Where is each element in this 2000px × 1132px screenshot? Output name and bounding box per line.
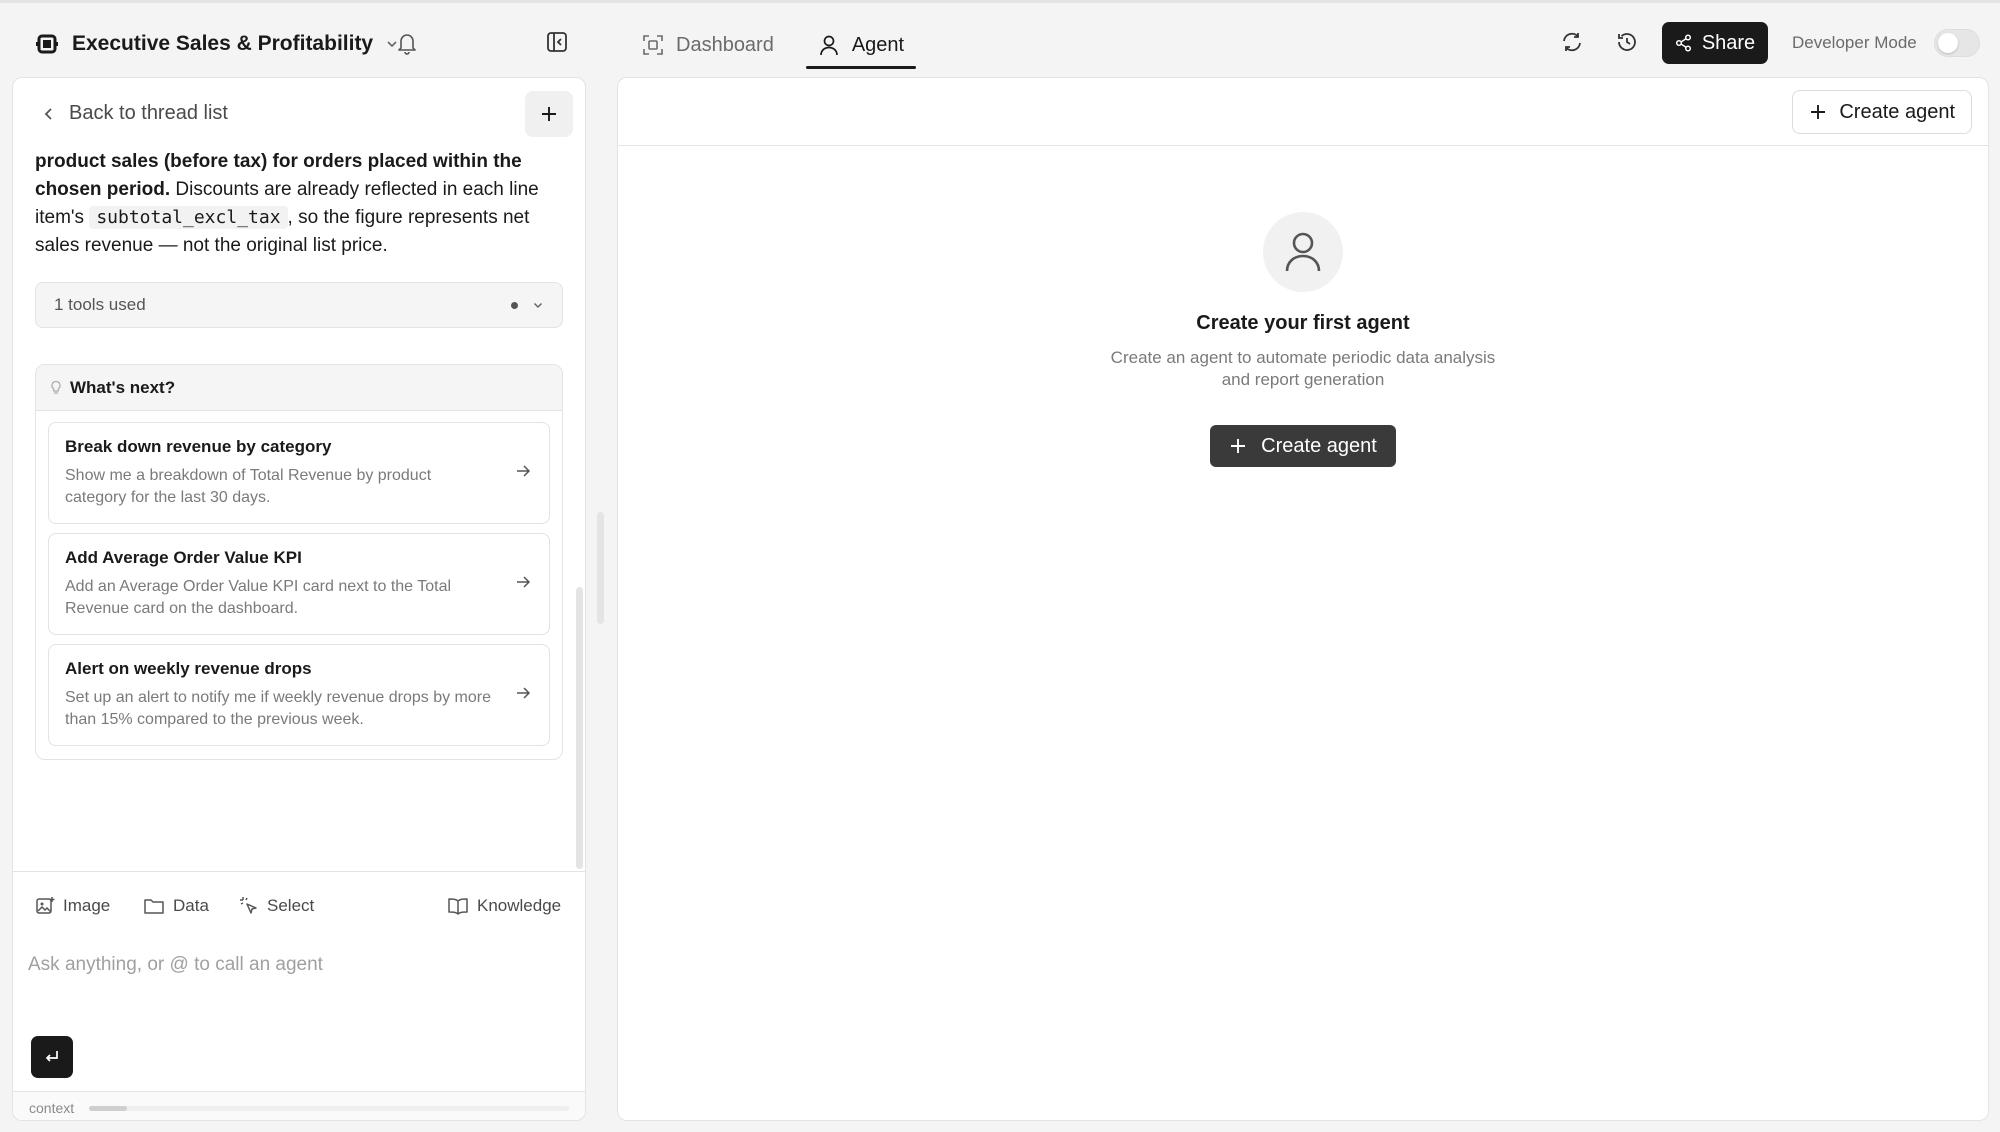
suggestion-title: Add Average Order Value KPI (65, 548, 302, 567)
avatar (1263, 212, 1343, 292)
create-first-agent-button[interactable]: Create agent (1210, 425, 1396, 467)
app-logo-icon (36, 34, 58, 54)
sidebar-collapse-icon[interactable] (545, 30, 569, 54)
history-icon[interactable] (1615, 30, 1639, 54)
tab-agent-label: Agent (851, 33, 905, 56)
top-bar: Executive Sales & Profitability Dashboar… (0, 0, 2000, 78)
workspace-switcher[interactable]: Executive Sales & Profitability (36, 29, 399, 59)
arrow-right-icon (517, 576, 531, 588)
arrow-right-icon (517, 687, 531, 699)
context-label: context (29, 1100, 75, 1116)
suggestion-desc: Set up an alert to notify me if weekly r… (65, 689, 491, 728)
status-dot (511, 301, 518, 309)
developer-mode-toggle[interactable] (1934, 29, 1980, 57)
chevron-left-icon (44, 107, 52, 120)
tools-used-toggle[interactable]: 1 tools used (35, 282, 563, 328)
data-label: Data (173, 896, 209, 915)
cursor-click-icon (240, 897, 257, 914)
create-agent-button[interactable]: Create agent (1792, 90, 1972, 134)
suggestion-desc: Add an Average Order Value KPI card next… (65, 578, 452, 617)
create-agent-label: Create agent (1839, 100, 1955, 123)
image-label: Image (63, 896, 111, 915)
assistant-message: product sales (before tax) for orders pl… (35, 148, 565, 260)
share-icon (1675, 34, 1691, 52)
suggestion-title: Break down revenue by category (65, 437, 332, 456)
empty-state-description: Create an agent to automate periodic dat… (1110, 348, 1496, 389)
agent-panel-header: Create agent (618, 78, 1988, 146)
back-to-thread-list[interactable]: Back to thread list (43, 102, 228, 125)
create-first-agent-label: Create agent (1261, 434, 1377, 457)
dashboard-icon (643, 35, 663, 55)
whats-next-panel: What's next? Break down revenue by categ… (35, 364, 563, 760)
tab-dashboard[interactable]: Dashboard (630, 21, 786, 69)
knowledge-label: Knowledge (477, 896, 562, 915)
attach-image-button[interactable]: Image (35, 896, 110, 916)
whats-next-header: What's next? (36, 365, 562, 411)
share-button[interactable]: Share (1662, 22, 1768, 64)
select-element-button[interactable]: Select (239, 896, 314, 916)
user-icon (1285, 232, 1321, 272)
whats-next-title: What's next? (70, 377, 176, 397)
context-bar-track (89, 1106, 569, 1111)
share-label: Share (1701, 31, 1756, 54)
select-label: Select (267, 896, 315, 915)
suggestion-card[interactable]: Break down revenue by category Show me a… (48, 422, 550, 524)
send-button[interactable] (31, 1036, 73, 1078)
plus-icon (542, 107, 556, 121)
chat-composer: Image Data Select Knowledge Ask anything… (13, 871, 585, 1091)
arrow-right-icon (517, 465, 531, 477)
chevron-down-icon (533, 302, 543, 309)
context-bar-fill (89, 1106, 128, 1111)
empty-state-title: Create your first agent (1196, 312, 1410, 334)
book-open-icon (448, 898, 468, 915)
suggestion-card[interactable]: Add Average Order Value KPI Add an Avera… (48, 533, 550, 635)
developer-mode-label: Developer Mode (1792, 33, 1917, 52)
image-icon (36, 897, 55, 914)
plus-icon (1811, 105, 1826, 119)
panel-resize-handle[interactable] (597, 512, 604, 624)
context-usage: context (13, 1091, 585, 1120)
folder-icon (144, 899, 164, 914)
user-icon (819, 35, 838, 56)
attach-data-button[interactable]: Data (143, 896, 209, 916)
tools-used-label: 1 tools used (54, 295, 146, 314)
thread-scrollbar[interactable] (576, 587, 583, 869)
bell-icon[interactable] (396, 31, 418, 55)
agent-panel: Create agent Create your first agent Cre… (617, 77, 1989, 1121)
refresh-icon[interactable] (1560, 30, 1584, 54)
suggestion-card[interactable]: Alert on weekly revenue drops Set up an … (48, 644, 550, 746)
chat-input[interactable]: Ask anything, or @ to call an agent (28, 954, 323, 976)
plus-icon (1231, 439, 1246, 453)
tab-dashboard-label: Dashboard (676, 33, 774, 56)
tab-agent[interactable]: Agent (805, 21, 917, 69)
knowledge-button[interactable]: Knowledge (447, 896, 561, 916)
suggestion-desc: Show me a breakdown of Total Revenue by … (65, 467, 432, 506)
empty-state: Create your first agent Create an agent … (618, 212, 1988, 467)
view-tabs: Dashboard Agent (630, 21, 917, 69)
message-code: subtotal_excl_tax (89, 206, 288, 229)
suggestion-title: Alert on weekly revenue drops (65, 659, 312, 678)
thread-panel: Back to thread list product sales (befor… (12, 77, 586, 1121)
new-thread-button[interactable] (525, 91, 573, 137)
enter-icon (45, 1051, 58, 1062)
lightbulb-icon (51, 380, 61, 394)
back-label: Back to thread list (69, 102, 228, 124)
workspace-title: Executive Sales & Profitability (72, 32, 374, 55)
